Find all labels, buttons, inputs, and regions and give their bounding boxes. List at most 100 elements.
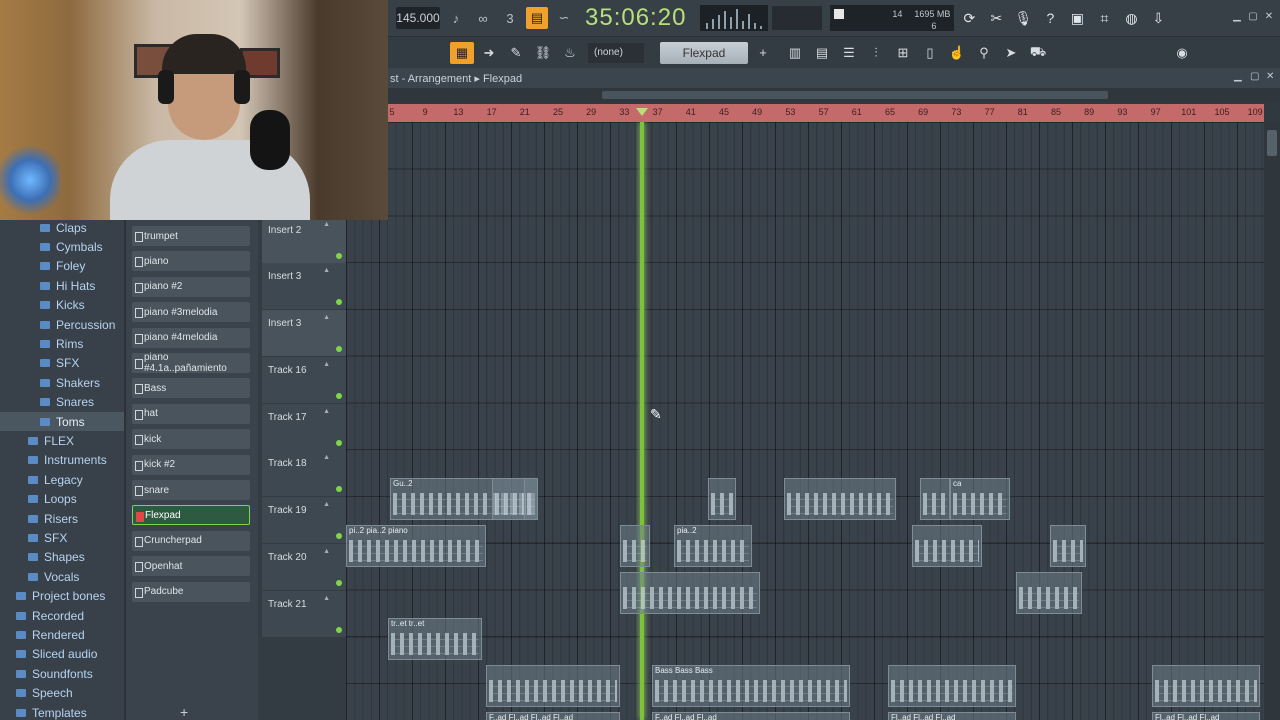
track-header[interactable]: Insert 2 ▲	[262, 216, 346, 263]
cut-icon[interactable]: ✂	[984, 6, 1008, 30]
wait-input-icon[interactable]: ∞	[472, 7, 494, 29]
channel-rack-icon[interactable]: ☰	[837, 42, 861, 64]
track-enable-dot[interactable]	[336, 533, 342, 539]
close-icon[interactable]: ✕	[1266, 71, 1274, 82]
pattern-clip[interactable]	[912, 525, 982, 567]
browser-item[interactable]: Claps	[0, 220, 124, 237]
browser-item[interactable]: Templates	[0, 703, 124, 720]
microphone-icon[interactable]: 🎙	[1011, 6, 1035, 30]
chat-icon[interactable]: ◍	[1119, 6, 1143, 30]
collapse-icon[interactable]: ▲	[323, 501, 330, 508]
arrangement-selector[interactable]: (none)	[588, 42, 644, 63]
browser-item[interactable]: Toms	[0, 412, 124, 431]
playlist-icon[interactable]: ▦	[450, 41, 474, 64]
pattern-clip[interactable]	[920, 478, 950, 520]
track-enable-dot[interactable]	[336, 346, 342, 352]
collapse-icon[interactable]: ▲	[323, 408, 330, 415]
pattern-clip[interactable]	[620, 572, 760, 614]
pattern-clip[interactable]: Bass Bass Bass	[652, 665, 850, 707]
pattern-clip[interactable]: Fl..ad Fl..ad Fl..ad	[1152, 712, 1260, 720]
pattern-clip[interactable]: pi..2 pia..2 piano	[346, 525, 486, 567]
pattern-clip[interactable]	[888, 665, 1016, 707]
download-icon[interactable]: ⇩	[1146, 6, 1170, 30]
channel-button[interactable]: piano	[132, 251, 250, 272]
channel-button[interactable]: kick	[132, 429, 250, 450]
shop-icon[interactable]: ⛟	[1026, 42, 1050, 64]
channel-button[interactable]: piano #4.1a..pañamiento	[132, 352, 250, 374]
collapse-icon[interactable]: ▲	[323, 595, 330, 602]
track-header[interactable]: Insert 3 ▲	[262, 263, 346, 310]
maximize-icon[interactable]: ▢	[1250, 71, 1259, 82]
browser-item[interactable]: Project bones	[0, 587, 124, 606]
collapse-icon[interactable]: ▲	[323, 454, 330, 461]
channel-button[interactable]: snare	[132, 480, 250, 500]
step-edit-icon[interactable]: ▤	[526, 7, 548, 29]
channel-button[interactable]: Bass	[132, 378, 250, 399]
plugin-list-icon[interactable]: ⫶	[864, 42, 888, 64]
playlist-grid[interactable]: Gu..2 ca pi..2 pia..2 piano pia..2 tr..et tr…	[346, 122, 1264, 720]
browser-item[interactable]: Rendered	[0, 625, 124, 644]
browser-item[interactable]: Shapes	[0, 548, 124, 567]
channel-button[interactable]: piano #2	[132, 276, 250, 297]
piano-roll-icon[interactable]: ▤	[810, 42, 834, 64]
globe-icon[interactable]: ◉	[1170, 42, 1194, 64]
track-header[interactable]: Insert 3 ▲	[262, 310, 346, 356]
send-icon[interactable]: ➤	[999, 42, 1023, 64]
browser-item[interactable]: Risers	[0, 509, 124, 528]
arrow-icon[interactable]: ➜	[477, 42, 501, 64]
tempo-display[interactable]: 145.000	[396, 7, 440, 29]
track-enable-dot[interactable]	[336, 626, 342, 633]
pattern-clip[interactable]: tr..et tr..et	[388, 618, 482, 660]
browser-item[interactable]: Recorded	[0, 606, 124, 625]
channel-button[interactable]: Openhat	[132, 556, 250, 577]
save-icon[interactable]: ▣	[1065, 6, 1089, 30]
touch-icon[interactable]: ☝	[945, 42, 969, 64]
track-header[interactable]: Track 19 ▲	[262, 497, 346, 543]
scroll-thumb[interactable]	[1267, 130, 1277, 156]
maximize-icon[interactable]: ▢	[1246, 10, 1260, 24]
minimize-icon[interactable]: ▁	[1230, 10, 1244, 24]
browser-item[interactable]: Loops	[0, 490, 124, 509]
browser-item[interactable]: Percussion	[0, 315, 124, 334]
countdown-icon[interactable]: 3	[499, 7, 521, 29]
horizontal-scrollbar[interactable]	[388, 88, 1280, 102]
browser-item[interactable]: SFX	[0, 354, 124, 373]
plugin-icon[interactable]: ⌗	[1092, 6, 1116, 30]
add-channel-button[interactable]: +	[180, 704, 188, 720]
browser-item[interactable]: Instruments	[0, 451, 124, 470]
pattern-clip[interactable]: F..ad Fl..ad Fl..ad Fl..ad	[486, 712, 620, 720]
collapse-icon[interactable]: ▲	[323, 548, 330, 555]
timeline-ruler[interactable]: 5 9 13 17 21 25 29 33 37 41 45 49 53 57 61 65 69 73 77 81 85…	[388, 104, 1264, 122]
browser-item[interactable]: FLEX	[0, 431, 124, 450]
vertical-scrollbar[interactable]	[1264, 122, 1280, 720]
browser-item[interactable]: SFX	[0, 528, 124, 547]
minimize-icon[interactable]: ▁	[1234, 71, 1242, 82]
pattern-clip[interactable]: pia..2	[674, 525, 752, 567]
pattern-clip[interactable]	[708, 478, 736, 520]
refresh-icon[interactable]: ⟳	[957, 6, 981, 30]
track-enable-dot[interactable]	[336, 252, 342, 259]
file-icon[interactable]: ▯	[918, 42, 942, 64]
pattern-clip[interactable]: ca	[950, 478, 1010, 520]
metronome-icon[interactable]: ♪	[445, 7, 467, 29]
pattern-clip[interactable]: Fl..ad Fl..ad Fl..ad	[888, 712, 1016, 720]
scroll-thumb[interactable]	[602, 91, 1108, 99]
pattern-clip[interactable]	[486, 665, 620, 707]
pattern-clip[interactable]	[1152, 665, 1260, 707]
collapse-icon[interactable]: ▲	[323, 221, 330, 228]
browser-item[interactable]: Hi Hats	[0, 276, 124, 295]
pattern-selector[interactable]: Flexpad	[660, 41, 748, 64]
channel-button[interactable]: piano #4melodia	[132, 327, 250, 348]
collapse-icon[interactable]: ▲	[323, 267, 330, 274]
playhead-marker[interactable]	[636, 108, 648, 116]
channel-button[interactable]: Cruncherpad	[132, 530, 250, 551]
stamp-icon[interactable]: ♨	[558, 42, 582, 64]
link-icon[interactable]: ⛓	[531, 42, 555, 64]
browser-item[interactable]: Shakers	[0, 373, 124, 392]
track-enable-dot[interactable]	[336, 299, 342, 306]
loop-record-icon[interactable]: ∽	[553, 7, 575, 29]
browser-item[interactable]: Rims	[0, 334, 124, 353]
mixer-icon[interactable]: ▥	[783, 42, 807, 64]
channel-button[interactable]: piano #3melodia	[132, 302, 250, 323]
pattern-clip[interactable]	[784, 478, 896, 520]
